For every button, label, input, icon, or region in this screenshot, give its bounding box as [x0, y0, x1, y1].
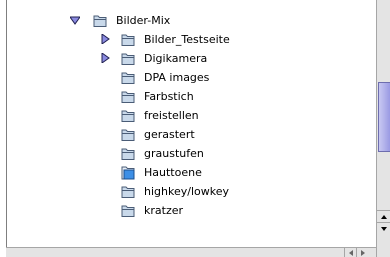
tree-item-freistellen[interactable]: freistellen [120, 106, 199, 125]
folder-icon [121, 148, 135, 160]
tree-item-highkey-lowkey[interactable]: highkey/lowkey [120, 182, 229, 201]
folder-icon [121, 205, 135, 217]
arrow-up-icon [381, 214, 387, 219]
tree-item-farbstich[interactable]: Farbstich [120, 87, 194, 106]
tree-item-label: Hauttoene [144, 165, 202, 179]
tree-item-label: Digikamera [144, 51, 208, 65]
tree-item-label: Farbstich [144, 89, 194, 103]
tree-item-label: Bilder_Testseite [144, 32, 230, 46]
tree-item-label: freistellen [144, 108, 199, 122]
tree-item-label: kratzer [144, 203, 184, 217]
folder-icon [121, 53, 135, 65]
tree-item-label: Bilder-Mix [116, 13, 171, 27]
folder-icon [121, 110, 135, 122]
scroll-right-button[interactable] [356, 248, 368, 257]
arrow-left-icon [348, 249, 353, 256]
arrow-right-icon [360, 249, 365, 256]
tree-item-label: highkey/lowkey [144, 184, 229, 198]
tree-item-label: gerastert [144, 127, 195, 141]
horizontal-scrollbar[interactable] [6, 247, 390, 257]
folder-open-icon [121, 166, 135, 179]
folder-icon [121, 186, 135, 198]
tree-item-bilder-mix[interactable]: Bilder-Mix [92, 11, 170, 30]
folder-icon [121, 129, 135, 141]
tree-item-graustufen[interactable]: graustufen [120, 144, 204, 163]
folder-icon [93, 15, 107, 27]
folder-icon [121, 72, 135, 84]
scroll-thumb[interactable] [378, 82, 390, 152]
tree-item-bilder-testseite[interactable]: Bilder_Testseite [120, 30, 230, 49]
tree-item-gerastert[interactable]: gerastert [120, 125, 195, 144]
tree-item-label: DPA images [144, 70, 210, 84]
resize-corner[interactable] [376, 247, 390, 257]
folder-icon [121, 91, 135, 103]
arrow-down-icon [381, 226, 387, 231]
tree-item-kratzer[interactable]: kratzer [120, 201, 183, 220]
disclosure-collapsed-icon[interactable] [101, 34, 111, 44]
tree-item-digikamera[interactable]: Digikamera [120, 49, 207, 68]
tree-item-hauttoene[interactable]: Hauttoene [120, 163, 202, 182]
disclosure-expanded-icon[interactable] [70, 16, 80, 26]
vertical-scrollbar[interactable] [376, 0, 390, 247]
scroll-left-button[interactable] [344, 248, 356, 257]
scroll-up-button[interactable] [377, 210, 390, 222]
tree-item-label: graustufen [144, 146, 204, 160]
scroll-down-button[interactable] [377, 222, 390, 234]
disclosure-collapsed-icon[interactable] [101, 53, 111, 63]
folder-icon [121, 34, 135, 46]
tree-item-dpa-images[interactable]: DPA images [120, 68, 209, 87]
